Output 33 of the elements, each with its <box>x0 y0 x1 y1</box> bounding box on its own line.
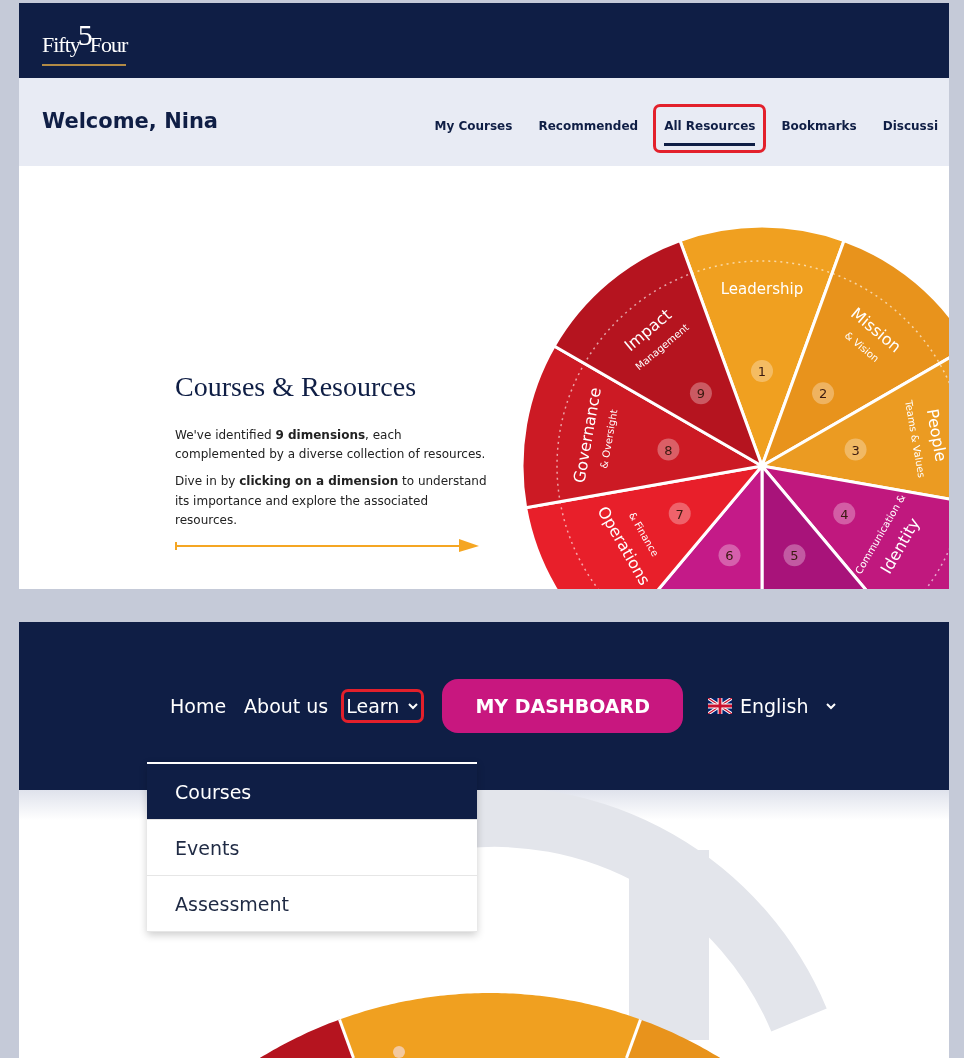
dashboard-button[interactable]: MY DASHBOARD <box>442 678 683 734</box>
menu-item[interactable]: Courses <box>147 764 477 820</box>
number-marker: 3 <box>844 438 867 461</box>
number-marker: 2 <box>812 382 835 405</box>
number-marker: 9 <box>689 382 712 405</box>
dimension-sublabel: & Oversight <box>598 408 620 470</box>
tab[interactable]: All Resources <box>653 103 767 153</box>
number-marker: 4 <box>833 502 856 525</box>
nav-link[interactable]: About us <box>239 688 334 724</box>
number-marker: 1 <box>751 360 773 382</box>
nav-link[interactable]: Home <box>165 688 232 724</box>
tab[interactable]: My Courses <box>423 103 524 153</box>
welcome-heading: Welcome, Nina <box>42 108 219 136</box>
tab[interactable]: Discussi <box>871 103 949 153</box>
number-marker: 8 <box>657 438 680 461</box>
dimension-label: Leadership <box>720 280 804 298</box>
language-selector[interactable]: English <box>702 688 842 724</box>
number-marker: 7 <box>668 502 691 525</box>
tab[interactable]: Bookmarks <box>770 103 868 153</box>
paragraph: Dive in by clicking on a dimension to understand its importance and explore the associated resources. <box>175 473 488 529</box>
menu-item[interactable]: Assessment <box>147 876 477 932</box>
chevron-icon <box>824 702 837 710</box>
paragraph: We've identified 9 dimensions, each complemented by a diverse collection of resources. <box>175 427 487 464</box>
tab[interactable]: Recommended <box>527 103 650 153</box>
menu-item[interactable]: Events <box>147 820 477 876</box>
number-marker: 6 <box>718 544 741 567</box>
segment-divider <box>625 1019 642 1058</box>
chevron-icon <box>407 702 420 710</box>
segment-divider <box>338 1019 355 1058</box>
flag-icon <box>707 698 732 714</box>
number-marker: 5 <box>783 544 806 567</box>
nav-dropdown[interactable]: Learn <box>341 688 425 724</box>
section-heading: Courses & Resources <box>175 370 418 404</box>
